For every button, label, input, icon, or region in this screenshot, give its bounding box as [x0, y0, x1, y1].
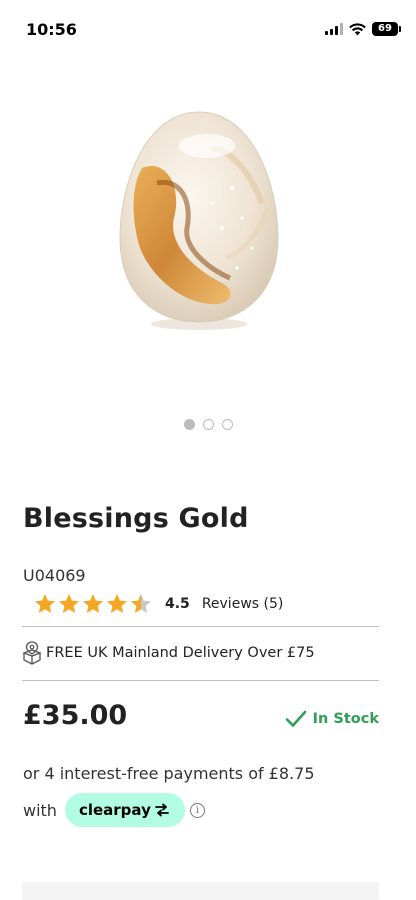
- product-sku: U04069: [23, 566, 86, 585]
- rating-row[interactable]: 4.5 Reviews (5): [33, 591, 283, 617]
- stock-status: In Stock: [285, 709, 379, 729]
- carousel-dot-2[interactable]: [202, 419, 214, 430]
- status-icons: 69: [325, 22, 401, 36]
- star-rating: [33, 592, 153, 616]
- delivery-text: FREE UK Mainland Delivery Over £75: [46, 645, 315, 661]
- clearpay-row: with clearpay i: [23, 793, 205, 827]
- battery-icon: 69: [372, 22, 401, 36]
- star-icon: [83, 594, 103, 613]
- reviews-link[interactable]: Reviews (5): [202, 596, 284, 612]
- stock-label: In Stock: [312, 711, 379, 727]
- wifi-icon: [349, 22, 366, 35]
- carousel-dot-3[interactable]: [221, 419, 233, 430]
- half-star-icon: [131, 594, 151, 613]
- bottom-panel: [22, 882, 379, 900]
- product-image[interactable]: [112, 108, 287, 333]
- status-time: 10:56: [26, 20, 77, 39]
- divider: [22, 680, 379, 681]
- signal-icon: [325, 23, 343, 35]
- clearpay-arrows-icon: [154, 803, 169, 817]
- star-icon: [59, 594, 79, 613]
- carousel-dot-1[interactable]: [183, 419, 195, 430]
- product-price: £35.00: [23, 700, 128, 731]
- clearpay-label: clearpay: [78, 801, 151, 819]
- installments-text: or 4 interest-free payments of £8.75: [23, 764, 315, 783]
- clearpay-logo[interactable]: clearpay: [64, 793, 185, 827]
- star-icon: [35, 594, 55, 613]
- info-icon[interactable]: i: [189, 802, 205, 818]
- with-text: with: [23, 800, 57, 820]
- status-bar: 10:56 69: [0, 0, 416, 60]
- delivery-info: FREE UK Mainland Delivery Over £75: [22, 640, 315, 666]
- check-icon: [285, 710, 306, 727]
- product-title: Blessings Gold: [23, 503, 249, 534]
- carousel-dots: [0, 419, 416, 430]
- star-icon: [107, 594, 127, 613]
- divider: [22, 626, 379, 627]
- rating-value: 4.5: [165, 596, 190, 612]
- delivery-box-icon: [22, 641, 42, 665]
